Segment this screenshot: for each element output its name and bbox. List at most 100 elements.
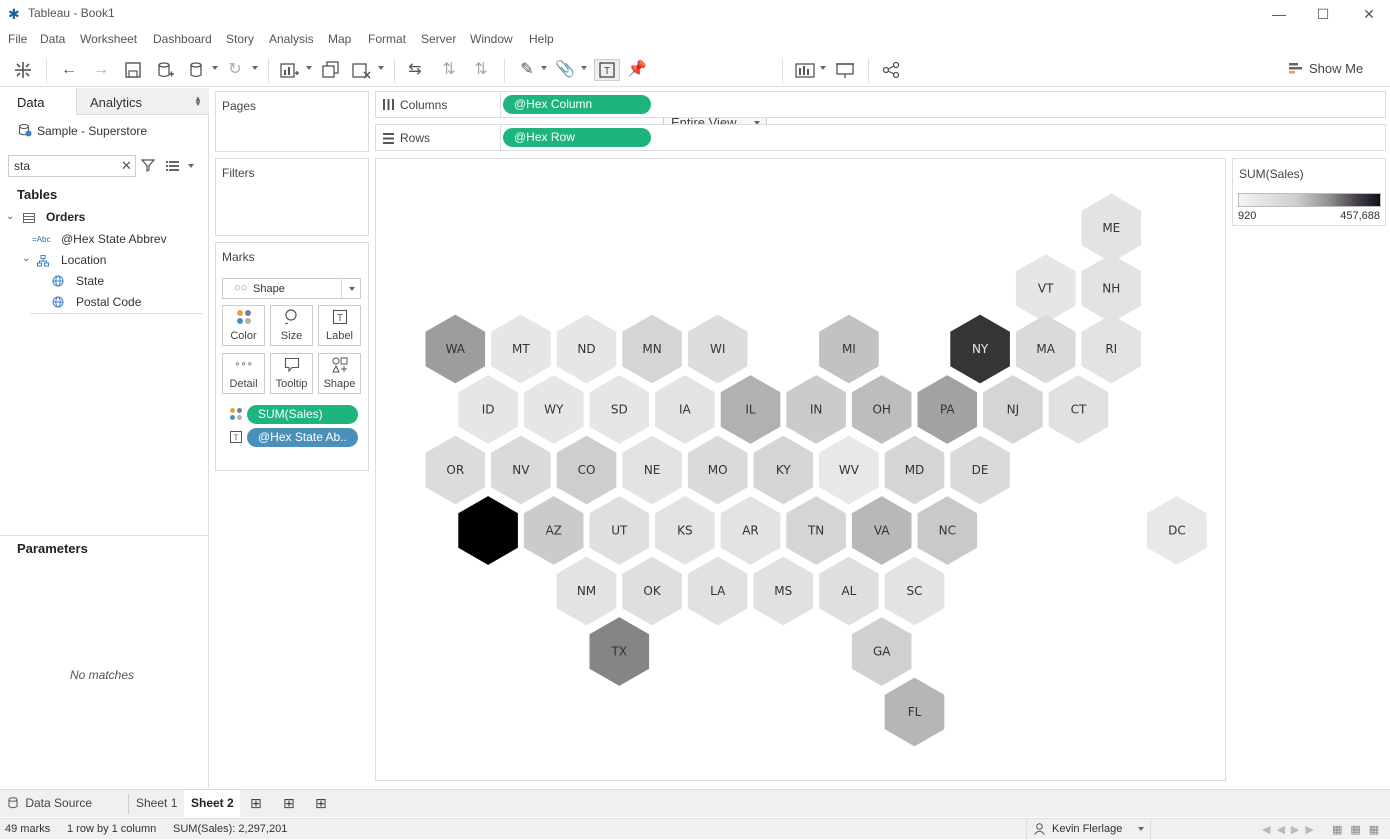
menu-server[interactable]: Server bbox=[421, 32, 456, 46]
chevron-down-icon[interactable]: ⌄ bbox=[6, 211, 14, 222]
hex-ga[interactable]: GA bbox=[851, 617, 912, 686]
hex-mi[interactable]: MI bbox=[819, 314, 879, 384]
clear-sheet-icon[interactable] bbox=[350, 59, 372, 81]
user-menu[interactable]: Kevin Flerlage bbox=[1026, 819, 1151, 840]
filters-card[interactable]: Filters bbox=[215, 158, 369, 236]
viz-canvas[interactable]: ME VT NH WA MT ND MN WI MI NY MA RI ID WY SD IA IL IN OH PA… bbox=[375, 158, 1226, 781]
tab-analytics[interactable]: Analytics ▲ ▼ bbox=[76, 88, 209, 115]
tab-data-source[interactable]: Data Source bbox=[8, 790, 92, 817]
tab-data[interactable]: Data bbox=[0, 88, 76, 115]
color-legend[interactable]: SUM(Sales) 920 457,688 bbox=[1232, 158, 1386, 226]
hex-ne[interactable]: NE bbox=[622, 435, 682, 505]
filter-icon[interactable] bbox=[140, 158, 156, 175]
hex-nh[interactable]: NH bbox=[1081, 254, 1142, 323]
save-icon[interactable] bbox=[122, 59, 144, 81]
hex-tx[interactable]: TX bbox=[589, 617, 650, 686]
size-button[interactable]: Size bbox=[270, 305, 313, 346]
sort-ascending-icon[interactable]: ⇅ bbox=[438, 59, 460, 81]
menu-format[interactable]: Format bbox=[368, 32, 406, 46]
tab-sheet-2[interactable]: Sheet 2 bbox=[184, 790, 240, 817]
hex-mt[interactable]: MT bbox=[491, 314, 551, 384]
chevron-down-icon[interactable] bbox=[212, 66, 218, 70]
color-pill-sum-sales[interactable]: SUM(Sales) bbox=[247, 405, 358, 424]
swap-rows-columns-icon[interactable]: ⇆ bbox=[404, 59, 426, 81]
pages-card[interactable]: Pages bbox=[215, 91, 369, 152]
presentation-mode-icon[interactable] bbox=[834, 59, 856, 81]
menu-help[interactable]: Help bbox=[529, 32, 554, 46]
undo-icon[interactable]: ← bbox=[58, 59, 80, 81]
hex-tn[interactable]: TN bbox=[786, 496, 846, 565]
menu-worksheet[interactable]: Worksheet bbox=[80, 32, 137, 46]
hex-mo[interactable]: MO bbox=[687, 435, 748, 505]
group-members-icon[interactable]: 📎 bbox=[554, 59, 576, 81]
field-search-box[interactable]: ✕ bbox=[8, 155, 136, 177]
chevron-down-icon[interactable] bbox=[541, 66, 547, 70]
new-dashboard-icon[interactable]: ⊞ bbox=[283, 790, 295, 817]
detail-button[interactable]: ∘∘∘ Detail bbox=[222, 353, 265, 394]
tooltip-button[interactable]: Tooltip bbox=[270, 353, 313, 394]
hex-wi[interactable]: WI bbox=[687, 314, 748, 384]
hex-ok[interactable]: OK bbox=[622, 556, 682, 626]
close-icon[interactable]: ✕ bbox=[1354, 4, 1384, 24]
hex-nm[interactable]: NM bbox=[556, 556, 617, 626]
redo-icon[interactable]: → bbox=[90, 59, 112, 81]
menu-analysis[interactable]: Analysis bbox=[269, 32, 314, 46]
hex-nd[interactable]: ND bbox=[556, 314, 617, 384]
highlight-icon[interactable]: ✎ bbox=[516, 59, 538, 81]
field-state[interactable]: State bbox=[76, 274, 104, 288]
hex-il[interactable]: IL bbox=[720, 375, 781, 444]
hex-ct[interactable]: CT bbox=[1048, 375, 1109, 444]
chevron-down-icon[interactable]: ⌄ bbox=[22, 253, 30, 264]
field-search-input[interactable] bbox=[14, 159, 114, 173]
menu-window[interactable]: Window bbox=[470, 32, 513, 46]
rows-pill-hex-row[interactable]: @Hex Row bbox=[503, 128, 651, 147]
hex-ky[interactable]: KY bbox=[753, 435, 814, 505]
shape-button[interactable]: Shape bbox=[318, 353, 361, 394]
fix-axes-icon[interactable]: 📌 bbox=[626, 59, 648, 81]
show-cards-icon[interactable] bbox=[794, 59, 818, 81]
hex-dc[interactable]: DC bbox=[1147, 496, 1207, 565]
hex-de[interactable]: DE bbox=[950, 435, 1010, 505]
refresh-icon[interactable]: ↻ bbox=[224, 59, 246, 81]
hex-nc[interactable]: NC bbox=[917, 496, 978, 565]
chevron-down-icon[interactable] bbox=[306, 66, 312, 70]
menu-story[interactable]: Story bbox=[226, 32, 254, 46]
menu-data[interactable]: Data bbox=[40, 32, 65, 46]
hex-id[interactable]: ID bbox=[458, 375, 518, 444]
show-me-button[interactable]: Show Me bbox=[1284, 58, 1379, 80]
hex-mn[interactable]: MN bbox=[622, 314, 682, 384]
tab-sheet-1[interactable]: Sheet 1 bbox=[136, 790, 177, 817]
mark-type-dropdown[interactable]: ○○ Shape bbox=[222, 278, 361, 299]
hex-oh[interactable]: OH bbox=[851, 375, 912, 444]
new-story-icon[interactable]: ⊞ bbox=[315, 790, 327, 817]
hex-shape[interactable] bbox=[458, 496, 518, 565]
page-navigation-icons[interactable]: ◀◀▶▶ bbox=[1262, 823, 1320, 836]
table-orders[interactable]: Orders bbox=[46, 210, 85, 224]
hex-pa[interactable]: PA bbox=[917, 375, 978, 444]
chevron-down-icon[interactable] bbox=[252, 66, 258, 70]
color-button[interactable]: Color bbox=[222, 305, 265, 346]
hex-ny[interactable]: NY bbox=[950, 314, 1010, 384]
columns-shelf[interactable]: Columns @Hex Column bbox=[375, 91, 1386, 118]
hex-sd[interactable]: SD bbox=[589, 375, 650, 444]
field-hex-state-abbrev[interactable]: @Hex State Abbrev bbox=[61, 232, 167, 246]
hex-nj[interactable]: NJ bbox=[983, 375, 1043, 444]
view-list-icon[interactable] bbox=[166, 160, 180, 175]
hex-wv[interactable]: WV bbox=[819, 435, 879, 505]
hex-az[interactable]: AZ bbox=[523, 496, 584, 565]
new-datasource-icon[interactable] bbox=[154, 59, 176, 81]
hex-in[interactable]: IN bbox=[786, 375, 846, 444]
hex-ia[interactable]: IA bbox=[655, 375, 715, 444]
new-worksheet-icon[interactable]: ⊞ bbox=[250, 790, 262, 817]
hex-md[interactable]: MD bbox=[884, 435, 945, 505]
hex-nv[interactable]: NV bbox=[491, 435, 551, 505]
field-location[interactable]: Location bbox=[61, 253, 106, 267]
show-mark-labels-icon[interactable]: T bbox=[594, 59, 620, 81]
hex-al[interactable]: AL bbox=[819, 556, 879, 626]
hex-la[interactable]: LA bbox=[687, 556, 748, 626]
sort-descending-icon[interactable]: ⇅ bbox=[470, 59, 492, 81]
hex-ma[interactable]: MA bbox=[1015, 314, 1076, 384]
view-mode-icons[interactable]: ▦▦▦ bbox=[1332, 823, 1387, 836]
label-button[interactable]: T Label bbox=[318, 305, 361, 346]
hex-fl[interactable]: FL bbox=[884, 677, 945, 747]
